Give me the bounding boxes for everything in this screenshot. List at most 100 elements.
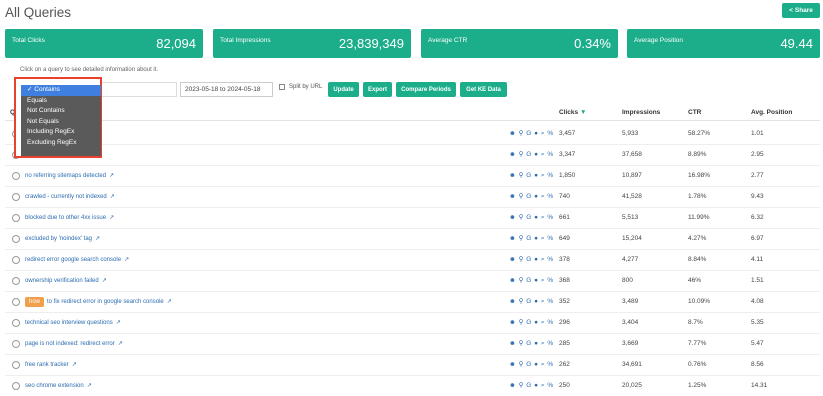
settings-icon[interactable]	[12, 319, 20, 327]
search-icon[interactable]: ⌕	[541, 340, 545, 347]
row-actions[interactable]: ☻ ⚲ G ● ⌕ %	[509, 255, 554, 264]
header-avg-position[interactable]: Avg. Position	[751, 109, 792, 116]
circle-icon[interactable]: ●	[534, 151, 538, 158]
query-text[interactable]: no referring sitemaps detected	[25, 173, 106, 179]
table-row[interactable]: page is not indexed: redirect error ↗ ☻ ⚲…	[5, 334, 820, 355]
row-actions[interactable]: ☻ ⚲ G ● ⌕ %	[509, 171, 554, 180]
external-link-icon[interactable]: ↗	[109, 173, 114, 179]
settings-icon[interactable]	[12, 172, 20, 180]
export-button[interactable]: Export	[363, 82, 392, 97]
query-text[interactable]: to fix redirect error in google search c…	[47, 299, 164, 305]
external-link-icon[interactable]: ↗	[72, 362, 77, 368]
query-text[interactable]: technical seo interview questions	[25, 320, 113, 326]
compare-periods-button[interactable]: Compare Periods	[396, 82, 456, 97]
google-icon[interactable]: G	[526, 172, 532, 179]
link-icon[interactable]: %	[547, 172, 553, 179]
row-actions[interactable]: ☻ ⚲ G ● ⌕ %	[509, 213, 554, 222]
user-icon[interactable]: ☻	[509, 298, 516, 305]
link-icon[interactable]: %	[547, 193, 553, 200]
external-link-icon[interactable]: ↗	[110, 194, 115, 200]
row-actions[interactable]: ☻ ⚲ G ● ⌕ %	[509, 297, 554, 306]
row-actions[interactable]: ☻ ⚲ G ● ⌕ %	[509, 150, 554, 159]
circle-icon[interactable]: ●	[534, 319, 538, 326]
google-icon[interactable]: G	[526, 319, 532, 326]
circle-icon[interactable]: ●	[534, 130, 538, 137]
circle-icon[interactable]: ●	[534, 172, 538, 179]
pin-icon[interactable]: ⚲	[519, 235, 524, 242]
row-actions[interactable]: ☻ ⚲ G ● ⌕ %	[509, 192, 554, 201]
google-icon[interactable]: G	[526, 151, 532, 158]
header-clicks[interactable]: Clicks ▼	[559, 109, 586, 116]
user-icon[interactable]: ☻	[509, 361, 516, 368]
dropdown-option-excluding-regex[interactable]: Excluding RegEx	[21, 138, 101, 149]
circle-icon[interactable]: ●	[534, 235, 538, 242]
table-row[interactable]: seo chrome extension ↗ ☻ ⚲ G ● ⌕ % 250 20…	[5, 376, 820, 396]
row-actions[interactable]: ☻ ⚲ G ● ⌕ %	[509, 129, 554, 138]
link-icon[interactable]: %	[547, 277, 553, 284]
external-link-icon[interactable]: ↗	[109, 215, 114, 221]
share-button[interactable]: < Share	[782, 3, 820, 18]
user-icon[interactable]: ☻	[509, 151, 516, 158]
settings-icon[interactable]	[12, 382, 20, 390]
query-link[interactable]: page is not indexed: redirect error ↗	[25, 340, 123, 347]
search-icon[interactable]: ⌕	[541, 277, 545, 284]
google-icon[interactable]: G	[526, 361, 532, 368]
query-text[interactable]: seo chrome extension	[25, 383, 84, 389]
update-button[interactable]: Update	[328, 82, 359, 97]
google-icon[interactable]: G	[526, 214, 532, 221]
link-icon[interactable]: %	[547, 361, 553, 368]
link-icon[interactable]: %	[547, 340, 553, 347]
pin-icon[interactable]: ⚲	[519, 319, 524, 326]
settings-icon[interactable]	[12, 193, 20, 201]
table-row[interactable]: free rank tracker ↗ ☻ ⚲ G ● ⌕ % 262 34,69…	[5, 355, 820, 376]
user-icon[interactable]: ☻	[509, 319, 516, 326]
external-link-icon[interactable]: ↗	[167, 299, 172, 305]
query-text[interactable]: redirect error google search console	[25, 257, 121, 263]
dropdown-option-including-regex[interactable]: Including RegEx	[21, 127, 101, 138]
dropdown-option-not-equals[interactable]: Not Equals	[21, 117, 101, 128]
search-icon[interactable]: ⌕	[541, 193, 545, 200]
circle-icon[interactable]: ●	[534, 277, 538, 284]
external-link-icon[interactable]: ↗	[95, 236, 100, 242]
pin-icon[interactable]: ⚲	[519, 340, 524, 347]
query-text[interactable]: excluded by 'noindex' tag	[25, 236, 92, 242]
pin-icon[interactable]: ⚲	[519, 193, 524, 200]
query-link[interactable]: seo chrome extension ↗	[25, 382, 92, 389]
search-icon[interactable]: ⌕	[541, 130, 545, 137]
row-actions[interactable]: ☻ ⚲ G ● ⌕ %	[509, 234, 554, 243]
checkbox-box[interactable]	[279, 84, 285, 90]
header-ctr[interactable]: CTR	[688, 109, 701, 116]
circle-icon[interactable]: ●	[534, 382, 538, 389]
circle-icon[interactable]: ●	[534, 193, 538, 200]
query-text[interactable]: blocked due to other 4xx issue	[25, 215, 106, 221]
get-ke-data-button[interactable]: Get KE Data	[460, 82, 507, 97]
pin-icon[interactable]: ⚲	[519, 298, 524, 305]
row-actions[interactable]: ☻ ⚲ G ● ⌕ %	[509, 339, 554, 348]
header-impressions[interactable]: Impressions	[622, 109, 660, 116]
settings-icon[interactable]	[12, 214, 20, 222]
google-icon[interactable]: G	[526, 235, 532, 242]
query-link[interactable]: crawled - currently not indexed ↗	[25, 193, 115, 200]
google-icon[interactable]: G	[526, 298, 532, 305]
pin-icon[interactable]: ⚲	[519, 256, 524, 263]
query-link[interactable]: how to fix redirect error in google searc…	[25, 297, 172, 307]
settings-icon[interactable]	[12, 277, 20, 285]
table-row[interactable]: how to fix redirect error in google searc…	[5, 292, 820, 313]
match-type-dropdown[interactable]: ✓ Contains Equals Not Contains Not Equal…	[14, 77, 102, 158]
query-link[interactable]: technical seo interview questions ↗	[25, 319, 121, 326]
dropdown-option-equals[interactable]: Equals	[21, 96, 101, 107]
search-icon[interactable]: ⌕	[541, 319, 545, 326]
table-row[interactable]: technical seo interview questions ↗ ☻ ⚲ G…	[5, 313, 820, 334]
external-link-icon[interactable]: ↗	[124, 257, 129, 263]
search-icon[interactable]: ⌕	[541, 298, 545, 305]
external-link-icon[interactable]: ↗	[118, 341, 123, 347]
table-row[interactable]: ☻ ⚲ G ● ⌕ % 3,457 5,933 58.27% 1.01	[5, 124, 820, 145]
pin-icon[interactable]: ⚲	[519, 361, 524, 368]
link-icon[interactable]: %	[547, 298, 553, 305]
query-link[interactable]: free rank tracker ↗	[25, 361, 77, 368]
query-link[interactable]: redirect error google search console ↗	[25, 256, 129, 263]
pin-icon[interactable]: ⚲	[519, 382, 524, 389]
dropdown-option-contains[interactable]: ✓ Contains	[21, 85, 101, 96]
user-icon[interactable]: ☻	[509, 172, 516, 179]
link-icon[interactable]: %	[547, 256, 553, 263]
